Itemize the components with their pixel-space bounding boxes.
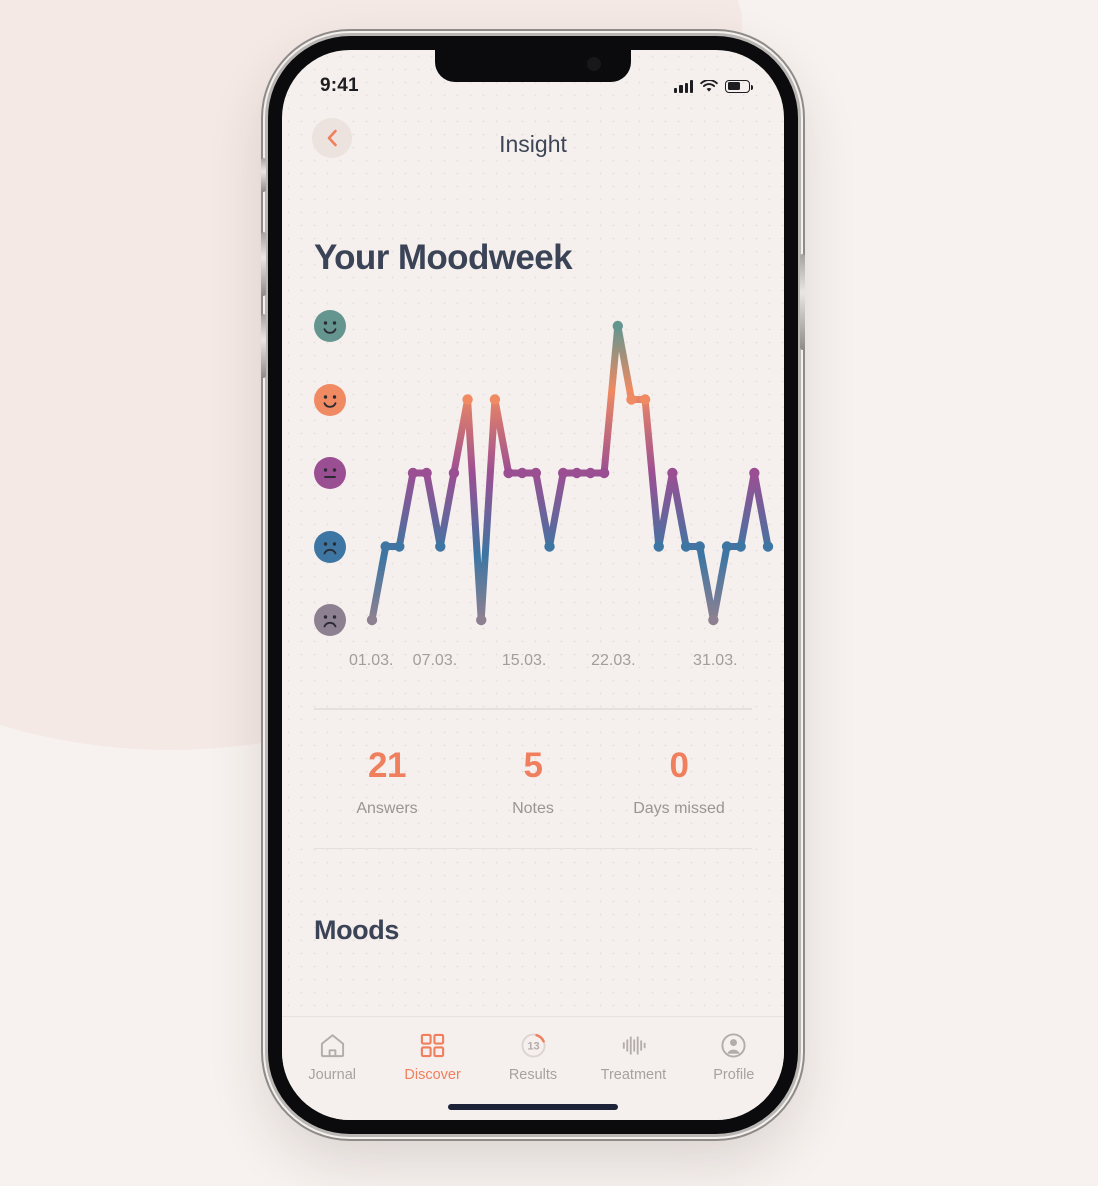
stat-value: 21 bbox=[368, 745, 406, 785]
mood-data-point[interactable] bbox=[366, 614, 378, 626]
home-icon bbox=[320, 1033, 344, 1057]
mood-data-point[interactable] bbox=[448, 467, 460, 479]
mood-data-point[interactable] bbox=[680, 541, 692, 552]
mood-data-point[interactable] bbox=[544, 541, 555, 552]
progress-ring-icon: 13 bbox=[520, 1032, 546, 1058]
mood-icon-happy bbox=[314, 383, 346, 416]
tab-label: Results bbox=[508, 1067, 558, 1083]
stat-value: 0 bbox=[669, 745, 689, 785]
mood-data-point[interactable] bbox=[653, 541, 664, 552]
tab-label: Treatment bbox=[600, 1067, 667, 1083]
background-block bbox=[742, 0, 1098, 40]
mood-data-point[interactable] bbox=[517, 467, 528, 479]
tab-icon-wrapper bbox=[720, 1031, 747, 1059]
mood-data-point[interactable] bbox=[489, 394, 501, 405]
cellular-bars-icon bbox=[674, 79, 693, 93]
mood-data-point[interactable] bbox=[626, 394, 637, 405]
volume-down-button[interactable] bbox=[261, 314, 266, 378]
home-indicator[interactable] bbox=[448, 1104, 618, 1110]
front-camera-icon bbox=[587, 57, 601, 71]
x-axis-label: 31.03. bbox=[693, 652, 738, 669]
mood-data-point[interactable] bbox=[598, 467, 610, 479]
back-button[interactable] bbox=[312, 118, 352, 158]
mood-data-point[interactable] bbox=[639, 394, 651, 405]
notch bbox=[435, 50, 631, 82]
mood-axis bbox=[314, 310, 360, 640]
tab-label: Profile bbox=[713, 1067, 755, 1083]
mood-data-point[interactable] bbox=[694, 541, 705, 552]
mood-data-point[interactable] bbox=[421, 467, 432, 479]
mood-data-point[interactable] bbox=[708, 614, 719, 626]
mood-data-point[interactable] bbox=[380, 541, 391, 552]
mute-switch[interactable] bbox=[261, 158, 266, 192]
divider-bottom bbox=[314, 847, 752, 850]
navigation-bar: Insight bbox=[282, 112, 784, 176]
stat-label: Days missed bbox=[633, 799, 725, 817]
x-axis-label: 07.03. bbox=[412, 652, 458, 669]
mood-line-chart[interactable] bbox=[360, 310, 780, 640]
mood-chart[interactable] bbox=[314, 310, 774, 640]
mood-data-point[interactable] bbox=[721, 541, 733, 552]
section-heading: Your Moodweek bbox=[314, 238, 573, 277]
stat-answers: 21 Answers bbox=[314, 746, 460, 818]
mood-icon-very-happy bbox=[314, 310, 346, 342]
power-button[interactable] bbox=[800, 254, 805, 350]
x-axis-label: 22.03. bbox=[591, 652, 636, 669]
tab-icon-wrapper bbox=[319, 1031, 346, 1059]
tab-profile[interactable]: Profile bbox=[684, 1031, 784, 1083]
mood-icon-sad bbox=[314, 530, 346, 563]
mood-data-point[interactable] bbox=[530, 467, 542, 479]
mood-data-point[interactable] bbox=[735, 541, 746, 552]
stat-label: Answers bbox=[356, 799, 418, 817]
svg-text:13: 13 bbox=[527, 1040, 539, 1052]
mood-data-point[interactable] bbox=[585, 467, 596, 479]
tab-label: Journal bbox=[308, 1067, 356, 1083]
tab-icon-wrapper: 13 bbox=[520, 1031, 547, 1059]
stats-row: 21 Answers 5 Notes 0 Days missed bbox=[314, 710, 752, 848]
tab-icon-wrapper bbox=[620, 1031, 647, 1059]
mood-data-point[interactable] bbox=[571, 467, 583, 479]
tab-treatment[interactable]: Treatment bbox=[583, 1031, 683, 1083]
stat-days-missed: 0 Days missed bbox=[606, 746, 752, 818]
tab-icon-wrapper bbox=[419, 1031, 446, 1059]
mood-data-point[interactable] bbox=[435, 541, 446, 552]
chart-x-axis: 01.03. 07.03. 15.03. 22.03. 31.03. bbox=[349, 652, 752, 678]
chevron-left-icon bbox=[327, 129, 337, 147]
main-content: Your Moodweek 01.03. 07.03. 15.03. 22.03… bbox=[282, 180, 784, 1120]
mood-data-point[interactable] bbox=[462, 394, 473, 405]
phone-frame: 9:41 Insight Your Moodweek 01.03. 07.03.… bbox=[261, 36, 805, 1134]
mood-icon-very-sad bbox=[314, 604, 346, 636]
x-axis-label: 01.03. bbox=[348, 652, 394, 669]
tab-journal[interactable]: Journal bbox=[282, 1031, 382, 1083]
tab-results[interactable]: 13 Results bbox=[483, 1031, 583, 1083]
tab-discover[interactable]: Discover bbox=[382, 1031, 482, 1083]
stat-notes: 5 Notes bbox=[460, 746, 606, 818]
wifi-icon bbox=[700, 79, 718, 92]
mood-data-point[interactable] bbox=[667, 467, 678, 479]
mood-data-point[interactable] bbox=[503, 467, 514, 479]
status-icons bbox=[674, 79, 753, 93]
status-time: 9:41 bbox=[320, 75, 359, 96]
battery-icon bbox=[725, 79, 753, 93]
stat-label: Notes bbox=[512, 799, 554, 817]
grid-icon bbox=[420, 1033, 445, 1057]
page-title: Insight bbox=[499, 130, 567, 157]
waveform-icon bbox=[622, 1035, 646, 1055]
mood-data-point[interactable] bbox=[612, 320, 623, 332]
x-axis-label: 15.03. bbox=[501, 652, 547, 669]
phone-screen: 9:41 Insight Your Moodweek 01.03. 07.03.… bbox=[282, 50, 784, 1120]
mood-data-point[interactable] bbox=[407, 467, 419, 479]
mood-icon-neutral bbox=[314, 457, 346, 489]
moods-heading: Moods bbox=[314, 915, 399, 946]
mood-data-point[interactable] bbox=[762, 541, 774, 552]
mood-data-point[interactable] bbox=[749, 467, 760, 479]
mood-data-point[interactable] bbox=[557, 467, 569, 479]
stat-value: 5 bbox=[523, 745, 543, 785]
mood-data-point[interactable] bbox=[394, 541, 405, 552]
mood-data-point[interactable] bbox=[476, 614, 487, 626]
volume-up-button[interactable] bbox=[261, 232, 266, 296]
person-circle-icon bbox=[721, 1032, 746, 1058]
tab-label: Discover bbox=[404, 1067, 461, 1083]
